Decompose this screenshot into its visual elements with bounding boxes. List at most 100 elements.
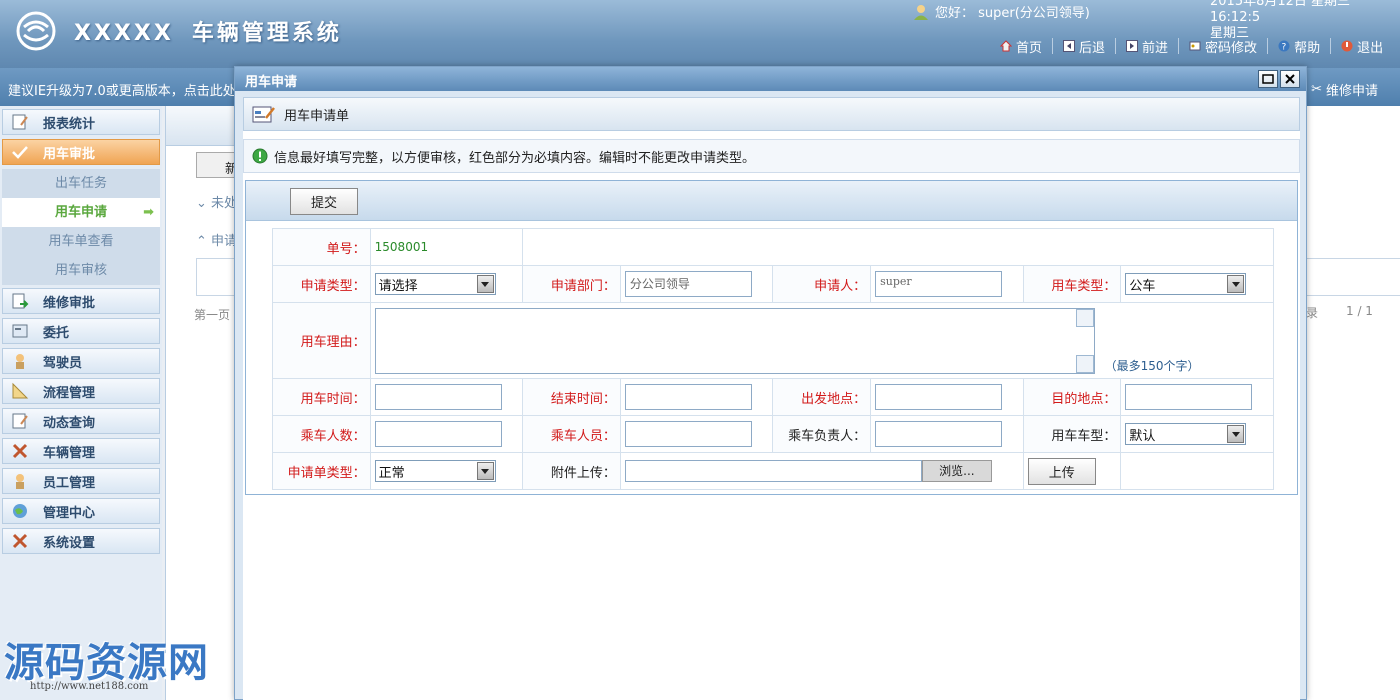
- car-type-select[interactable]: 公车: [1125, 273, 1247, 295]
- sidebar-sub-dispatch-task[interactable]: 出车任务: [2, 169, 160, 198]
- scroll-down-button[interactable]: [1075, 354, 1094, 373]
- staff-icon: [16, 474, 24, 489]
- bg-records: 录: [1306, 306, 1319, 320]
- order-no-value: 1508001: [374, 239, 429, 254]
- scroll-up-button[interactable]: [1075, 308, 1094, 327]
- ruler-icon: [12, 382, 29, 399]
- arrow-right-icon: ➡: [143, 205, 154, 220]
- order-type-select[interactable]: 正常: [374, 460, 496, 482]
- entrust-icon: [12, 324, 28, 338]
- bg-first-page[interactable]: 第一页: [194, 306, 230, 323]
- sidebar-item-dynamic-query[interactable]: 动态查询: [2, 408, 160, 434]
- app-title: XXXXX 车辆管理系统: [74, 15, 342, 47]
- sidebar-item-settings[interactable]: 系统设置: [2, 528, 160, 554]
- sidebar-item-vehicle[interactable]: 车辆管理: [2, 438, 160, 464]
- bg-header: [166, 106, 236, 146]
- use-time-input[interactable]: [374, 384, 502, 410]
- sidebar-item-reports[interactable]: 报表统计: [2, 109, 160, 135]
- nav-help[interactable]: ? 帮助: [1268, 38, 1332, 56]
- chevron-down-icon: [1227, 275, 1245, 293]
- svg-text:?: ?: [1282, 43, 1287, 53]
- user-icon: [914, 4, 928, 20]
- end-time-input[interactable]: [624, 384, 752, 410]
- dialog-title-bar[interactable]: 用车申请: [235, 67, 1306, 91]
- nav-change-password[interactable]: 密码修改: [1179, 38, 1269, 56]
- dept-input[interactable]: 分公司领导: [624, 271, 752, 297]
- report-icon: [12, 114, 28, 130]
- end-time-label: 结束时间：: [522, 378, 621, 416]
- bg-table: [196, 258, 236, 296]
- chevron-down-icon: [1227, 425, 1245, 443]
- bg-section-pending: ⌄ 未处: [196, 196, 238, 211]
- leader-input[interactable]: [875, 421, 1003, 447]
- bg-new-button[interactable]: 新: [196, 152, 238, 178]
- sidebar-item-admin-center[interactable]: 管理中心: [2, 498, 160, 524]
- repair-apply-link[interactable]: ✂ 维修申请: [1311, 80, 1378, 99]
- dest-label: 目的地点：: [1022, 378, 1122, 416]
- bg-table-right: [1306, 258, 1400, 296]
- nav-back[interactable]: 后退: [1053, 38, 1117, 56]
- passengers-input[interactable]: [624, 421, 752, 447]
- upload-button[interactable]: 上传: [1027, 457, 1096, 485]
- watermark-url: http://www.net188.com: [30, 681, 149, 692]
- depart-input[interactable]: [875, 384, 1003, 410]
- reason-textarea[interactable]: [374, 307, 1095, 374]
- chevron-down-icon: [476, 462, 494, 480]
- system-title: 车辆管理系统: [191, 21, 342, 46]
- car-apply-dialog: 用车申请 用车申请单 信息最好填写完整，以方便审核，红色部分为必填内容。编辑时不…: [234, 66, 1307, 700]
- sidebar-item-staff[interactable]: 员工管理: [2, 468, 160, 494]
- sidebar-sub-order-view[interactable]: 用车单查看: [2, 227, 160, 256]
- repair-doc-icon: [12, 293, 29, 309]
- nav-forward[interactable]: 前进: [1116, 38, 1180, 56]
- logo-icon: [16, 11, 56, 51]
- exit-icon: [1341, 40, 1353, 52]
- tools-icon: [12, 443, 28, 459]
- dept-label: 申请部门：: [522, 265, 621, 303]
- nav-home[interactable]: 首页: [990, 38, 1054, 56]
- dest-input[interactable]: [1125, 384, 1253, 410]
- dialog-content: 用车申请单 信息最好填写完整，以方便审核，红色部分为必填内容。编辑时不能更改申请…: [243, 97, 1300, 700]
- user-greeting: 您好： super(分公司领导): [913, 2, 1090, 21]
- maximize-button[interactable]: [1258, 70, 1278, 88]
- car-model-label: 用车车型：: [1022, 415, 1122, 453]
- app-header: XXXXX 车辆管理系统 您好： super(分公司领导) 2015年8月12日 …: [0, 0, 1400, 68]
- sidebar-sub-car-apply[interactable]: 用车申请 ➡: [2, 198, 160, 227]
- leader-label: 乘车负责人：: [772, 415, 872, 453]
- info-message: 信息最好填写完整，以方便审核，红色部分为必填内容。编辑时不能更改申请类型。: [243, 139, 1300, 173]
- sidebar-item-entrust[interactable]: 委托: [2, 318, 160, 344]
- passenger-count-input[interactable]: [374, 421, 502, 447]
- close-button[interactable]: [1280, 70, 1300, 88]
- apply-type-select[interactable]: 请选择: [374, 273, 496, 295]
- car-model-select[interactable]: 默认: [1125, 423, 1247, 445]
- help-icon: ?: [1278, 40, 1290, 52]
- sidebar: 报表统计 用车审批 出车任务 用车申请 ➡ 用车单查看 用车审核 维修审批 委托…: [0, 106, 162, 700]
- reason-hint: （最多150个字）: [1104, 358, 1200, 373]
- order-type-label: 申请单类型：: [272, 452, 371, 490]
- attach-label: 附件上传：: [522, 452, 621, 490]
- form-edit-icon: [252, 106, 275, 123]
- browse-button[interactable]: 浏览...: [921, 460, 992, 482]
- check-icon: [12, 146, 28, 159]
- passengers-label: 乘车人员：: [522, 415, 621, 453]
- attach-file-input[interactable]: [624, 460, 922, 482]
- ie-upgrade-link[interactable]: 建议IE升级为7.0或更高版本，点击此处: [8, 84, 236, 99]
- brand-name: XXXXX: [74, 21, 174, 46]
- bg-section-apply: ⌃ 申请: [196, 234, 238, 249]
- use-time-label: 用车时间：: [272, 378, 371, 416]
- home-icon: [1000, 40, 1012, 52]
- settings-tools-icon: [12, 533, 28, 549]
- form-header: 用车申请单: [243, 97, 1300, 131]
- watermark-logo: 源码资源网: [4, 640, 209, 686]
- sidebar-item-workflow[interactable]: 流程管理: [2, 378, 160, 404]
- driver-icon: [16, 354, 24, 369]
- apply-form-table: 单号： 1508001 申请类型： 请选择 申请部门： 分公司领导 申请人： s…: [272, 228, 1275, 490]
- sidebar-sub-car-review[interactable]: 用车审核: [2, 256, 160, 285]
- key-icon: [1189, 41, 1201, 51]
- nav-exit[interactable]: 退出: [1331, 38, 1393, 56]
- sidebar-item-car-approval[interactable]: 用车审批: [2, 139, 160, 165]
- sidebar-item-repair-approval[interactable]: 维修审批: [2, 288, 160, 314]
- sidebar-item-driver[interactable]: 驾驶员: [2, 348, 160, 374]
- submit-button[interactable]: 提交: [290, 188, 358, 215]
- applicant-input[interactable]: super: [875, 271, 1003, 297]
- maximize-icon: [1262, 74, 1274, 84]
